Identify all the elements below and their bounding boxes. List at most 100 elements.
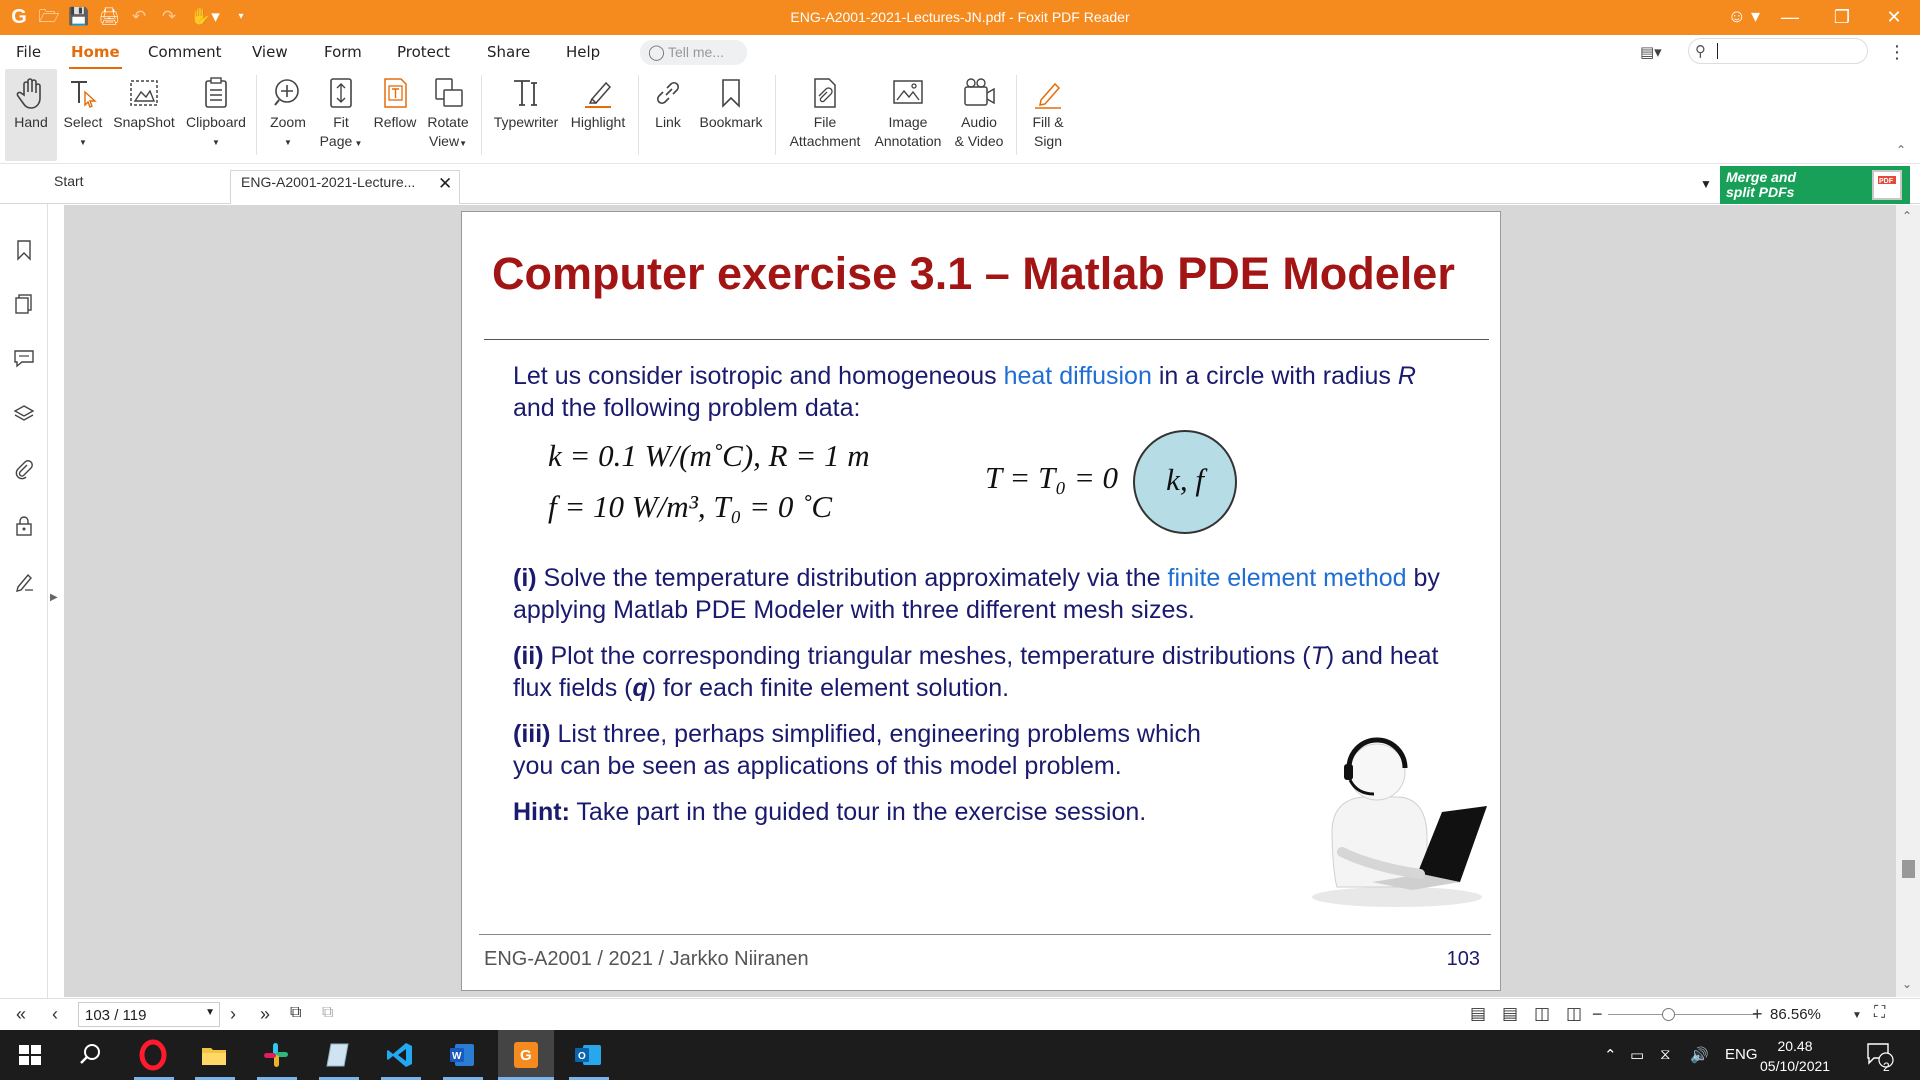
file-explorer-icon[interactable] xyxy=(198,1039,230,1071)
tell-me-box[interactable]: ◯ Tell me... xyxy=(640,40,747,65)
select-label: Select xyxy=(63,114,103,130)
security-panel-icon[interactable] xyxy=(12,514,36,538)
close-tab-icon[interactable]: ✕ xyxy=(438,174,452,194)
typewriter-button[interactable]: Typewriter xyxy=(489,69,563,161)
battery-icon[interactable]: ▭ xyxy=(1630,1046,1644,1064)
vscode-icon[interactable] xyxy=(384,1039,416,1071)
file-attachment-button[interactable]: File Attachment xyxy=(783,69,867,161)
system-clock[interactable]: 20.48 05/10/2021 xyxy=(1760,1036,1830,1076)
continuous-facing-icon[interactable]: ◫ xyxy=(1566,1004,1582,1024)
scroll-up-icon[interactable]: ⌃ xyxy=(1902,209,1912,223)
fit-page-button[interactable]: Fit Page ▼ xyxy=(316,69,366,161)
bookmarks-panel-icon[interactable] xyxy=(12,238,36,262)
select-button[interactable]: Select ▼ xyxy=(60,69,106,161)
show-hidden-icons-icon[interactable]: ⌃ xyxy=(1604,1046,1617,1064)
scroll-down-icon[interactable]: ⌄ xyxy=(1902,977,1912,991)
slack-icon[interactable] xyxy=(260,1039,292,1071)
image-annotation-button[interactable]: Image Annotation xyxy=(870,69,946,161)
more-options-icon[interactable]: ⋮ xyxy=(1888,42,1906,63)
collapse-ribbon-icon[interactable]: ⌃ xyxy=(1896,143,1906,157)
clipboard-button[interactable]: Clipboard ▼ xyxy=(185,69,247,161)
windows-start-icon[interactable] xyxy=(14,1039,46,1071)
previous-view-icon[interactable]: ⧉ xyxy=(290,1004,301,1022)
hand-button[interactable]: Hand xyxy=(5,69,57,161)
signature-panel-icon[interactable] xyxy=(12,570,36,594)
heat-diffusion-link[interactable]: heat diffusion xyxy=(1004,362,1152,390)
snapshot-button[interactable]: SnapShot xyxy=(111,69,177,161)
zoom-slider-track[interactable] xyxy=(1608,1014,1758,1015)
previous-page-icon[interactable]: ‹ xyxy=(52,1004,58,1025)
tab-help[interactable]: Help xyxy=(566,43,600,61)
merge-split-banner[interactable]: Merge and split PDFs PDF xyxy=(1720,166,1910,204)
rotate-dropdown-icon[interactable]: ▼ xyxy=(459,139,467,148)
restore-button[interactable]: ❐ xyxy=(1816,0,1868,35)
minimize-button[interactable]: — xyxy=(1764,0,1816,35)
vertical-scrollbar[interactable]: ⌃ ⌄ xyxy=(1896,205,1920,997)
tab-current-document[interactable]: ENG-A2001-2021-Lecture... xyxy=(230,170,460,204)
reflow-button[interactable]: Reflow xyxy=(371,69,419,161)
continuous-page-icon[interactable]: ▤ xyxy=(1502,1004,1518,1024)
snapshot-icon xyxy=(130,80,158,106)
equation-k-r: k = 0.1 W/(m˚C), R = 1 m xyxy=(548,438,870,473)
tab-home[interactable]: Home xyxy=(69,43,122,69)
notes-app-icon[interactable] xyxy=(322,1039,354,1071)
next-view-icon[interactable]: ⧉ xyxy=(322,1004,333,1022)
attachments-panel-icon[interactable] xyxy=(12,458,36,482)
zoom-level[interactable]: 86.56% xyxy=(1770,1006,1821,1023)
tab-start[interactable]: Start xyxy=(54,173,84,189)
zoom-in-icon[interactable]: + xyxy=(1752,1004,1763,1025)
expand-panel-icon[interactable]: ▶ xyxy=(50,592,58,603)
view-label: View xyxy=(428,133,460,149)
tab-form[interactable]: Form xyxy=(324,43,362,61)
find-options-icon[interactable]: ▤▾ xyxy=(1640,43,1662,61)
foxit-reader-icon[interactable]: G xyxy=(510,1039,542,1071)
wifi-icon[interactable]: ⧖ xyxy=(1660,1046,1671,1063)
zoom-dropdown-icon[interactable]: ▼ xyxy=(1852,1010,1862,1021)
full-screen-icon[interactable]: ⛶ xyxy=(1874,1004,1885,1022)
select-dropdown-icon[interactable]: ▼ xyxy=(79,138,87,147)
account-icon[interactable]: ☺ ▾ xyxy=(1728,6,1760,27)
tab-view[interactable]: View xyxy=(252,43,288,61)
rotate-view-button[interactable]: Rotate View▼ xyxy=(423,69,473,161)
pages-panel-icon[interactable] xyxy=(12,292,36,316)
word-icon[interactable]: W xyxy=(446,1039,478,1071)
zoom-out-icon[interactable]: − xyxy=(1592,1004,1603,1025)
zoom-dropdown-icon[interactable]: ▼ xyxy=(284,138,292,147)
next-page-icon[interactable]: › xyxy=(230,1004,236,1025)
comments-panel-icon[interactable] xyxy=(12,346,36,370)
notification-count: 2 xyxy=(1883,1060,1890,1074)
tab-protect[interactable]: Protect xyxy=(397,43,450,61)
tab-comment[interactable]: Comment xyxy=(148,43,222,61)
scrollbar-thumb[interactable] xyxy=(1902,860,1915,878)
first-page-icon[interactable]: « xyxy=(16,1004,26,1025)
item-ii-text-b: ) and heat xyxy=(1325,642,1439,670)
volume-icon[interactable]: 🔊 xyxy=(1690,1046,1709,1064)
search-taskbar-icon[interactable] xyxy=(74,1039,106,1071)
tab-list-dropdown-icon[interactable]: ▼ xyxy=(1700,177,1712,191)
outlook-icon[interactable]: O xyxy=(572,1039,604,1071)
page-number-input[interactable]: 103 / 119 ▼ xyxy=(78,1002,220,1027)
close-window-button[interactable]: ✕ xyxy=(1868,0,1920,35)
page-dropdown-icon[interactable]: ▼ xyxy=(205,1007,215,1018)
zoom-slider-knob[interactable] xyxy=(1662,1008,1675,1021)
highlight-button[interactable]: Highlight xyxy=(566,69,630,161)
facing-page-icon[interactable]: ◫ xyxy=(1534,1004,1550,1024)
fit-page-dropdown-icon[interactable]: ▼ xyxy=(352,139,363,148)
tab-file[interactable]: File xyxy=(16,43,41,61)
link-button[interactable]: Link xyxy=(646,69,690,161)
single-page-icon[interactable]: ▤ xyxy=(1470,1004,1486,1024)
opera-browser-icon[interactable] xyxy=(137,1039,169,1071)
fill-sign-button[interactable]: Fill & Sign xyxy=(1024,69,1072,161)
bookmark-button[interactable]: Bookmark xyxy=(695,69,767,161)
rotate-view-label: Rotate View▼ xyxy=(423,113,473,153)
clipboard-icon xyxy=(205,77,227,108)
audio-video-button[interactable]: Audio & Video xyxy=(948,69,1010,161)
tab-share[interactable]: Share xyxy=(487,43,530,61)
last-page-icon[interactable]: » xyxy=(260,1004,270,1025)
layers-panel-icon[interactable] xyxy=(12,402,36,426)
search-input[interactable]: ⚲ xyxy=(1688,38,1868,64)
input-language[interactable]: ENG xyxy=(1725,1046,1758,1063)
zoom-button[interactable]: Zoom ▼ xyxy=(263,69,313,161)
clipboard-dropdown-icon[interactable]: ▼ xyxy=(212,138,220,147)
finite-element-method-link[interactable]: finite element method xyxy=(1168,564,1407,592)
